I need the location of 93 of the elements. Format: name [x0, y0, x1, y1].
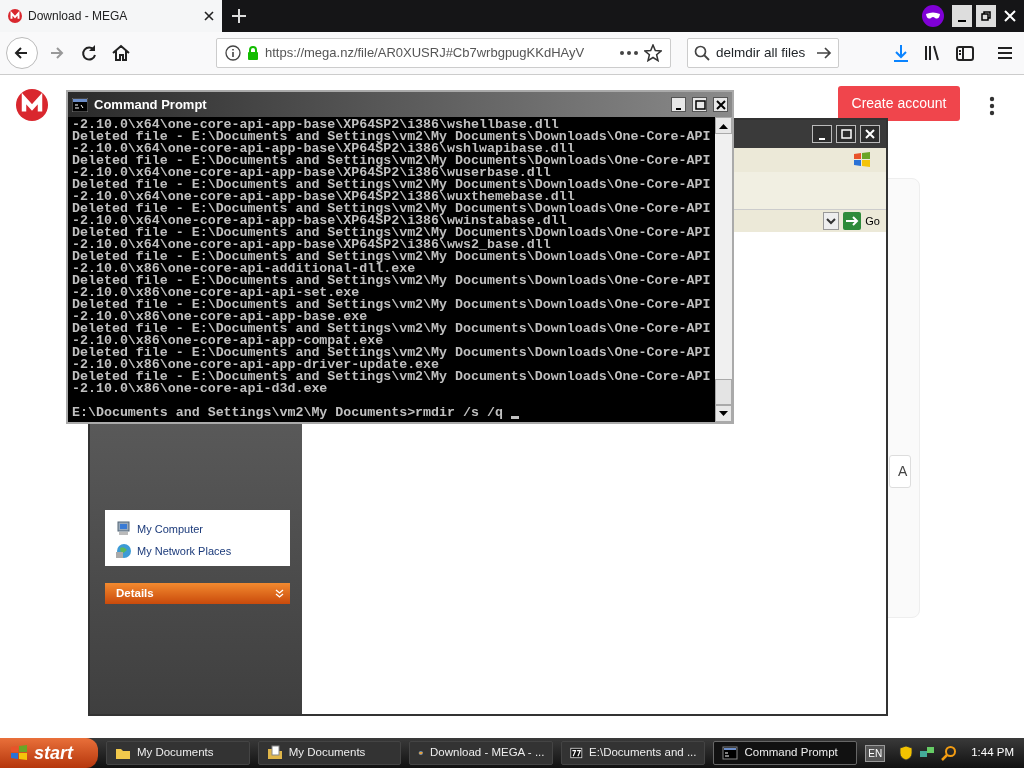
console-line: -2.10.0\x64\one-core-api-app-base\XP64SP2\i386\wwinstabase.dll: [72, 215, 567, 227]
scrollbar-thumb[interactable]: [715, 379, 732, 405]
arrow-up-icon: [719, 122, 728, 129]
console-line: Deleted file - E:\Documents and Settings\vm2\My Documents\Downloads\One-Core-API: [72, 323, 712, 335]
taskbar-button[interactable]: My Documents: [105, 741, 250, 765]
scrollbar[interactable]: [715, 117, 732, 422]
taskbar-button[interactable]: My Documents: [257, 741, 402, 765]
minimize-icon: [819, 138, 825, 140]
maximize-icon: [693, 98, 706, 111]
arrow-down-icon: [719, 410, 728, 417]
console-line: Deleted file - E:\Documents and Settings\vm2\My Documents\Downloads\One-Core-API: [72, 347, 712, 359]
minimize-button[interactable]: [812, 125, 832, 143]
console-line: -2.10.0\x86\one-core-api-app-base.exe: [72, 311, 368, 323]
shield-icon[interactable]: [899, 745, 914, 761]
archive-icon: [570, 745, 584, 761]
console-line: Deleted file - E:\Documents and Settings\vm2\My Documents\Downloads\One-Core-API: [72, 179, 712, 191]
restore-icon: [979, 9, 993, 23]
console-line: Deleted file - E:\Documents and Settings\vm2\My Documents\Downloads\One-Core-API: [72, 371, 712, 383]
console-line: Deleted file - E:\Documents and Settings\vm2\My Documents\Downloads\One-Core-API: [72, 299, 712, 311]
taskbar-button[interactable]: Download - MEGA - ...: [409, 741, 554, 765]
restore-button[interactable]: [976, 5, 996, 27]
mega-logo: [16, 89, 48, 121]
browser-tab[interactable]: Download - MEGA: [0, 0, 222, 32]
console-line: -2.10.0\x64\one-core-api-app-base\XP64SP2\i386\wuserbase.dll: [72, 167, 551, 179]
console-line: -2.10.0\x64\one-core-api-app-base\XP64SP2\i386\wshlwapibase.dll: [72, 143, 575, 155]
console-line: -2.10.0\x64\one-core-api-app-base\XP64SP2\i386\wuxthemebase.dll: [72, 191, 575, 203]
console-line: -2.10.0\x86\one-core-api-additional-dll.exe: [72, 263, 416, 275]
console-line: -2.10.0\x64\one-core-api-app-base\XP64SP2\i386\wws2_base.dll: [72, 239, 551, 251]
clock: 1:44 PM: [971, 745, 1014, 761]
scroll-down-button[interactable]: [715, 405, 732, 422]
url-text: https://mega.nz/file/AR0XUSRJ#Cb7wrbgpugKKdHAyV: [265, 44, 586, 63]
back-button[interactable]: [6, 37, 38, 69]
console-line: -2.10.0\x86\one-core-api-app-compat.exe: [72, 335, 384, 347]
search-text: delmdir all files: [716, 43, 807, 62]
minimize-icon: [958, 20, 966, 22]
console-line: -2.10.0\x86\one-core-api-app-driver-update.exe: [72, 359, 440, 371]
search-icon: [694, 45, 710, 61]
minimize-button[interactable]: [671, 97, 686, 112]
console-line: Deleted file - E:\Documents and Settings\vm2\My Documents\Downloads\One-Core-API: [72, 251, 712, 263]
maximize-icon: [839, 127, 853, 141]
console-line: Deleted file - E:\Documents and Settings\vm2\My Documents\Downloads\One-Core-API: [72, 275, 712, 287]
new-tab-button[interactable]: [230, 7, 248, 25]
network-icon: [115, 542, 133, 560]
more-vertical-icon[interactable]: [989, 96, 995, 116]
minimize-button[interactable]: [952, 5, 972, 27]
console-line: Deleted file - E:\Documents and Settings\vm2\My Documents\Downloads\One-Core-API: [72, 155, 712, 167]
console-icon: [722, 745, 739, 761]
maximize-button[interactable]: [692, 97, 707, 112]
console-line: -2.10.0\x86\one-core-api-d3d.exe: [72, 383, 328, 395]
search-icon[interactable]: [941, 745, 958, 761]
plus-icon: [232, 9, 246, 23]
info-icon: [225, 45, 241, 61]
sidebar-link[interactable]: My Network Places: [115, 542, 280, 560]
close-icon: [863, 127, 877, 141]
lock-icon: [247, 46, 259, 60]
go-button[interactable]: Go: [843, 212, 880, 230]
window-title: Command Prompt: [94, 95, 208, 114]
side-button[interactable]: A: [889, 455, 911, 488]
close-icon: [714, 98, 727, 111]
bookmark-star-icon[interactable]: [644, 44, 662, 62]
create-account-button[interactable]: Create account: [838, 86, 960, 121]
windows-flag-icon: [10, 744, 28, 762]
computer-icon: [115, 520, 133, 538]
console-line: -2.10.0\x64\one-core-api-app-base\XP64SP2\i386\wshellbase.dll: [72, 119, 559, 131]
close-button[interactable]: [860, 125, 880, 143]
home-icon: [110, 42, 132, 64]
maximize-button[interactable]: [836, 125, 856, 143]
close-icon: [204, 11, 214, 21]
console-line: Deleted file - E:\Documents and Settings\vm2\My Documents\Downloads\One-Core-API: [72, 203, 712, 215]
console-icon: [72, 97, 88, 112]
taskbar-button[interactable]: E:\Documents and ...: [561, 741, 706, 765]
private-mask-icon: [922, 5, 944, 27]
console-line: Deleted file - E:\Documents and Settings\vm2\My Documents\Downloads\One-Core-API: [72, 131, 712, 143]
sidebar-link[interactable]: My Computer: [115, 520, 280, 538]
document-icon: [266, 745, 283, 761]
more-icon[interactable]: [620, 50, 638, 56]
console-line: Deleted file - E:\Documents and Settings\vm2\My Documents\Downloads\One-Core-API: [72, 227, 712, 239]
windows-flag-icon: [852, 150, 872, 170]
chevron-down-icon: [275, 588, 284, 599]
minimize-icon: [676, 107, 681, 110]
address-field[interactable]: https://mega.nz/file/AR0XUSRJ#Cb7wrbgpugKKdHAyV: [216, 38, 671, 68]
mega-logo: [8, 9, 22, 23]
scroll-up-button[interactable]: [715, 117, 732, 134]
search-field[interactable]: delmdir all files: [687, 38, 839, 68]
language-indicator[interactable]: EN: [865, 744, 886, 762]
console-prompt: E:\Documents and Settings\vm2\My Documents>rmdir /s /q: [72, 407, 503, 419]
close-icon: [1003, 9, 1017, 23]
arrow-right-icon[interactable]: [816, 46, 832, 60]
console-line: -2.10.0\x86\one-core-api-api-set.exe: [72, 287, 360, 299]
taskbar-button[interactable]: Command Prompt: [713, 741, 858, 765]
close-button[interactable]: [713, 97, 728, 112]
start-button[interactable]: start: [0, 738, 98, 768]
text-cursor: [510, 416, 519, 419]
